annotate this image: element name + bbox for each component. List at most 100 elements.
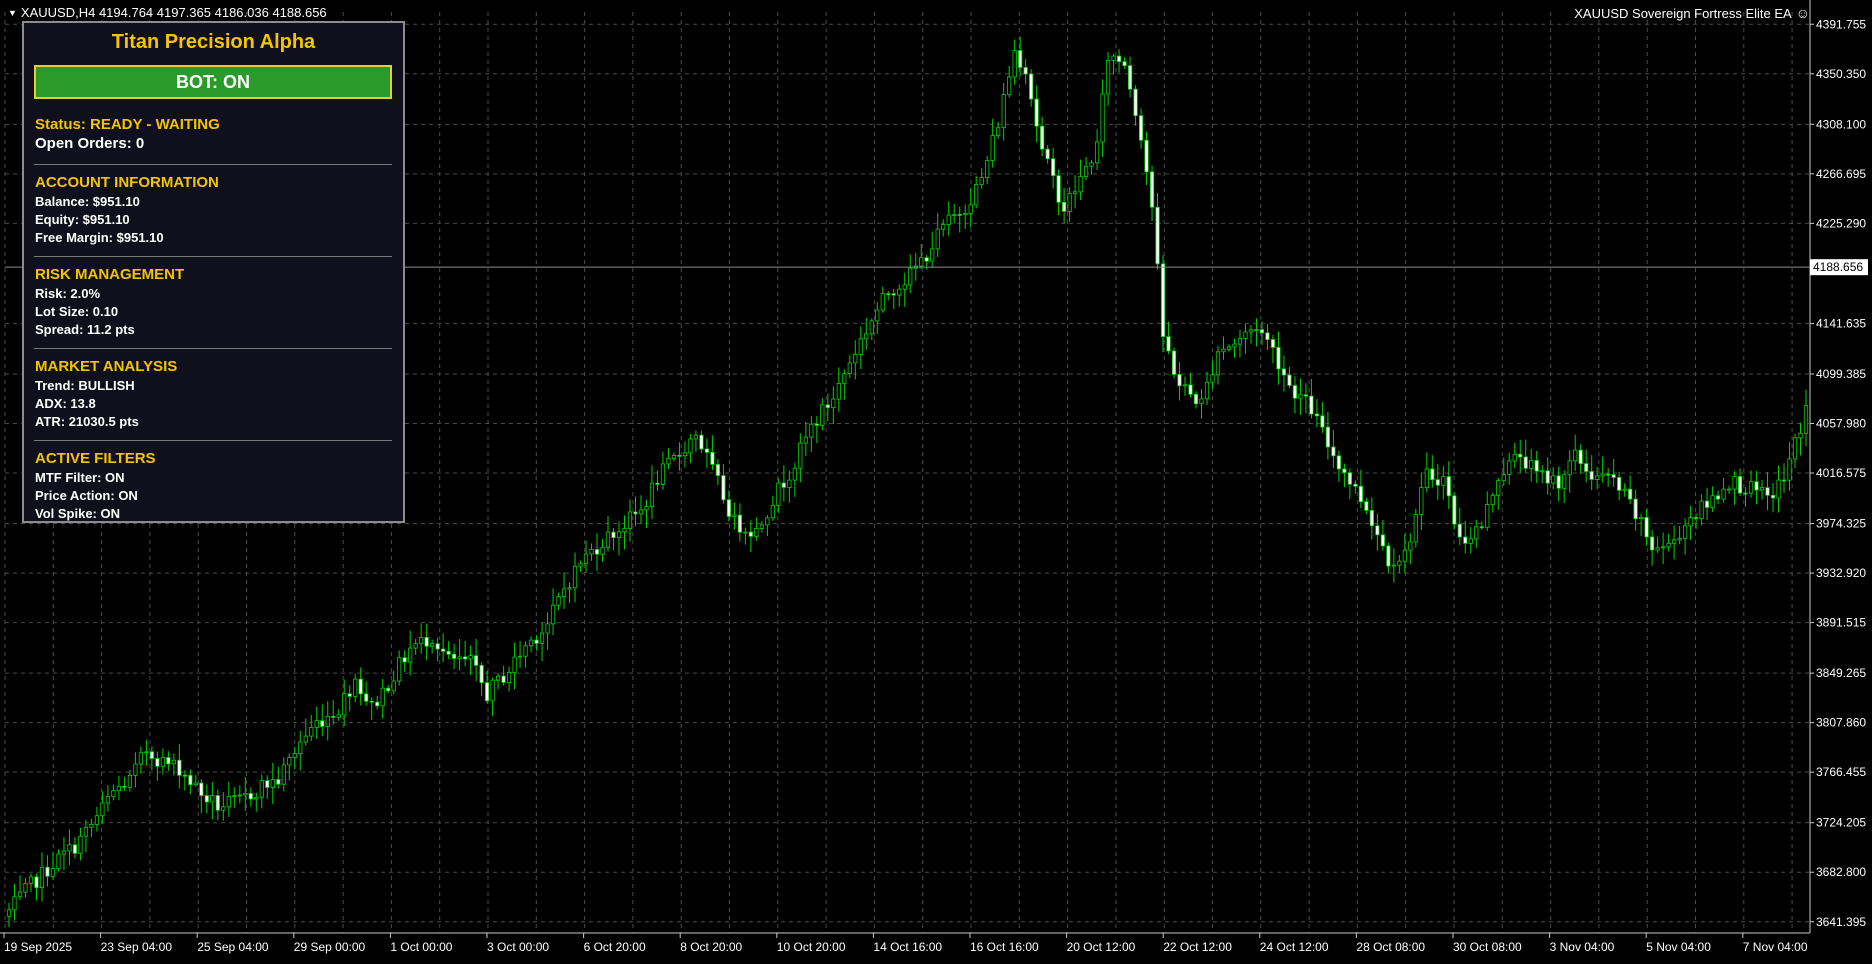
candle-bullish xyxy=(1776,479,1781,499)
candle-bearish xyxy=(1435,479,1440,486)
price-label: 3849.265 xyxy=(1816,666,1866,680)
candle-bullish xyxy=(583,553,589,565)
candle-bearish xyxy=(1276,347,1281,370)
candle-bullish xyxy=(127,774,132,788)
candle-bullish xyxy=(1094,141,1100,164)
candle-bullish xyxy=(1726,488,1732,491)
candle-bullish xyxy=(660,463,666,485)
candle-bearish xyxy=(1314,413,1320,417)
candle-bearish xyxy=(1457,523,1462,538)
candle-bearish xyxy=(182,774,187,777)
candle-bullish xyxy=(649,482,655,507)
candle-bullish xyxy=(353,678,358,697)
candle-bullish xyxy=(342,693,347,716)
candle-bullish xyxy=(89,823,94,828)
candle-bullish xyxy=(116,785,122,792)
candle-bullish xyxy=(803,436,808,444)
candle-bullish xyxy=(539,632,545,644)
candle-bullish xyxy=(523,645,528,657)
candle-bullish xyxy=(457,656,462,659)
candle-bearish xyxy=(594,549,600,555)
market-heading: MARKET ANALYSIS xyxy=(35,358,178,375)
candle-bullish xyxy=(1298,394,1303,399)
candle-bearish xyxy=(122,785,127,788)
candle-bullish xyxy=(1424,468,1429,488)
candle-bearish xyxy=(441,648,446,652)
candle-bearish xyxy=(1617,477,1622,491)
smiley-icon[interactable]: ☺ xyxy=(1796,5,1810,21)
candle-bearish xyxy=(1127,65,1133,90)
time-label: 7 Nov 04:00 xyxy=(1743,940,1808,954)
candle-bearish xyxy=(34,876,39,889)
time-label: 14 Oct 16:00 xyxy=(873,940,942,954)
filters-heading: ACTIVE FILTERS xyxy=(35,450,156,467)
price-label: 4391.755 xyxy=(1816,17,1866,31)
candle-bearish xyxy=(1116,55,1122,63)
candle-bullish xyxy=(1408,541,1413,551)
price-label: 4016.575 xyxy=(1816,466,1866,480)
candle-bullish xyxy=(1748,481,1754,494)
price-action-text: Price Action: ON xyxy=(35,488,138,503)
candle-bullish xyxy=(419,637,424,645)
candle-bullish xyxy=(836,383,841,400)
candle-bearish xyxy=(1056,175,1061,203)
candle-bullish xyxy=(1529,460,1534,469)
candle-bullish xyxy=(1485,504,1490,528)
candle-bearish xyxy=(1556,475,1561,489)
candle-bearish xyxy=(1704,500,1710,508)
time-label: 3 Nov 04:00 xyxy=(1550,940,1615,954)
time-label: 1 Oct 00:00 xyxy=(390,940,452,954)
expert-advisor-label[interactable]: XAUUSD Sovereign Fortress Elite EA ☺ xyxy=(1574,5,1810,21)
candle-bullish xyxy=(1573,449,1578,462)
symbol-line: XAUUSD,H4 4194.764 4197.365 4186.036 418… xyxy=(20,5,327,20)
candle-bearish xyxy=(1292,385,1298,399)
time-label: 16 Oct 16:00 xyxy=(970,940,1039,954)
candle-bearish xyxy=(347,693,352,697)
collapse-triangle-icon[interactable]: ▼ xyxy=(8,8,17,18)
price-label: 4266.695 xyxy=(1816,167,1866,181)
price-label: 3932.920 xyxy=(1816,566,1866,580)
bot-toggle-button[interactable]: BOT: ON xyxy=(34,65,392,99)
candle-bullish xyxy=(578,563,583,567)
adx-text: ADX: 13.8 xyxy=(35,396,96,411)
candle-bullish xyxy=(303,735,308,743)
candle-bullish xyxy=(160,757,165,767)
candle-bullish xyxy=(572,565,578,589)
candle-bullish xyxy=(1001,94,1006,129)
candle-bearish xyxy=(1309,395,1314,415)
candle-bearish xyxy=(1358,485,1363,503)
candle-bullish xyxy=(875,309,880,322)
candle-bearish xyxy=(177,759,182,776)
candle-bearish xyxy=(1369,510,1374,527)
candle-bearish xyxy=(248,793,253,800)
candle-bullish xyxy=(1441,476,1446,486)
candle-bearish xyxy=(1018,50,1023,68)
candle-bullish xyxy=(1182,384,1188,387)
candle-bullish xyxy=(776,482,781,506)
open-orders-text: Open Orders: 0 xyxy=(35,135,145,152)
candle-bearish xyxy=(188,774,193,786)
candle-bearish xyxy=(1578,449,1583,464)
price-label: 3724.205 xyxy=(1816,816,1866,830)
candle-bearish xyxy=(1188,384,1193,395)
free-margin-text: Free Margin: $951.10 xyxy=(35,230,164,245)
symbol-info[interactable]: ▼ XAUUSD,H4 4194.764 4197.365 4186.036 41… xyxy=(8,5,327,20)
candle-bearish xyxy=(1144,139,1149,173)
candle-bullish xyxy=(897,288,902,296)
candle-bullish xyxy=(430,643,435,647)
candle-bullish xyxy=(298,741,303,755)
divider xyxy=(34,164,392,165)
candle-bullish xyxy=(243,793,248,796)
candle-bullish xyxy=(1567,460,1572,476)
candle-bearish xyxy=(1452,495,1457,525)
candle-bullish xyxy=(1661,546,1666,549)
candle-bullish xyxy=(1490,494,1495,505)
candle-bearish xyxy=(1386,545,1391,567)
candle-bearish xyxy=(715,464,721,476)
candle-bullish xyxy=(930,248,935,262)
candle-bullish xyxy=(1232,343,1237,348)
candle-bearish xyxy=(1193,393,1199,405)
candle-bearish xyxy=(435,643,440,650)
price-label: 3974.325 xyxy=(1816,517,1866,531)
candle-bullish xyxy=(193,782,198,786)
